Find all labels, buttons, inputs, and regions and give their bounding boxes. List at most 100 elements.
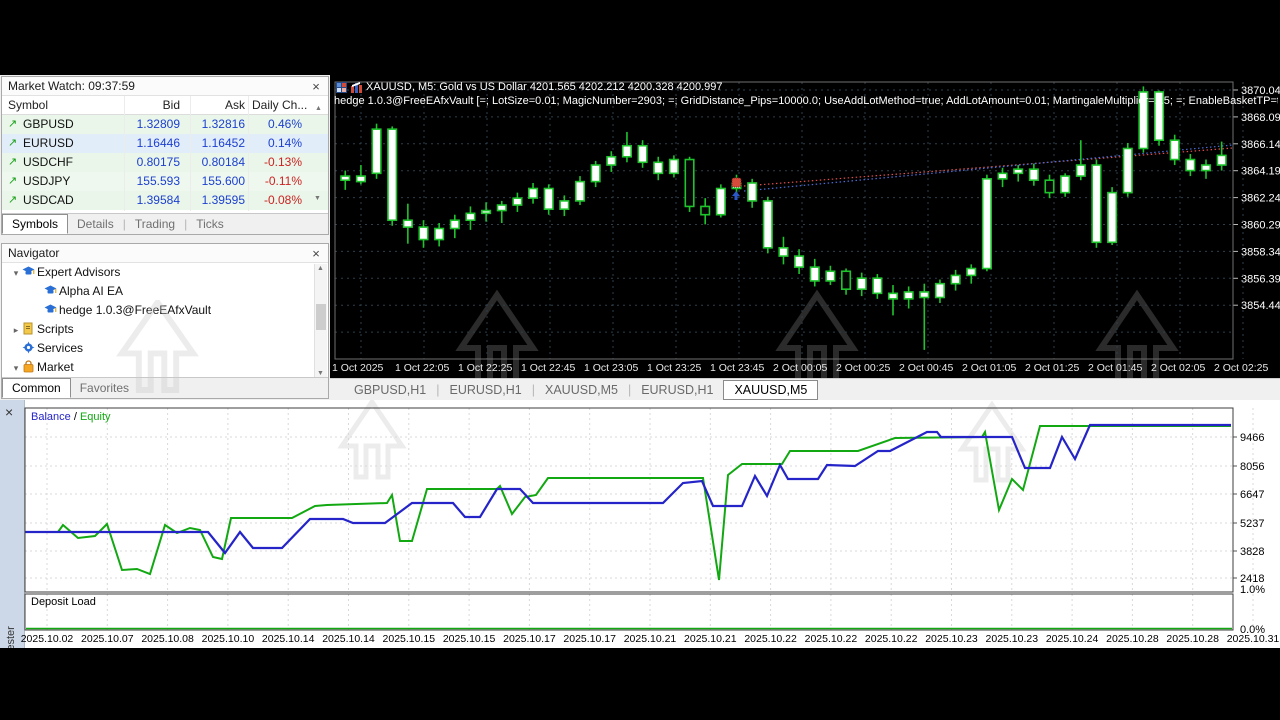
symbol-name: USDCHF <box>23 153 73 172</box>
svg-text:2025.10.28: 2025.10.28 <box>1106 633 1159 645</box>
navigator-item-label: Scripts <box>37 322 74 336</box>
svg-text:1 Oct 2025: 1 Oct 2025 <box>332 362 384 374</box>
tab-symbols[interactable]: Symbols <box>2 214 68 234</box>
column-ask[interactable]: Ask <box>148 96 245 115</box>
chart-tab-3-eurusd-h1[interactable]: EURUSD,H1 <box>631 381 723 399</box>
svg-text:3858.340: 3858.340 <box>1241 246 1280 258</box>
svg-text:2 Oct 00:05: 2 Oct 00:05 <box>773 362 827 374</box>
chart-title-row: XAUUSD, M5: Gold vs US Dollar 4201.565 4… <box>336 81 723 93</box>
tab-details[interactable]: Details <box>68 215 123 233</box>
symbol-name: EURUSD <box>23 134 74 153</box>
svg-text:2025.10.28: 2025.10.28 <box>1166 633 1219 645</box>
chart-tab-1-eurusd-h1[interactable]: EURUSD,H1 <box>440 381 532 399</box>
chart-tab-4-xauusd-m5[interactable]: XAUUSD,M5 <box>723 380 818 400</box>
svg-text:8056: 8056 <box>1240 461 1264 473</box>
svg-text:2025.10.23: 2025.10.23 <box>986 633 1039 645</box>
deposit-load-label: Deposit Load <box>31 596 96 608</box>
market-watch-rows: ↗GBPUSD1.328091.328160.46%↗EURUSD1.16446… <box>2 115 328 211</box>
navigator-item-expert-advisors[interactable]: ▾ Expert Advisors <box>2 263 328 282</box>
close-icon[interactable]: × <box>309 244 323 263</box>
svg-text:6647: 6647 <box>1240 489 1264 501</box>
chart-tab-0-gbpusd-h1[interactable]: GBPUSD,H1 <box>344 381 436 399</box>
daily-change-value: -0.08% <box>246 191 302 210</box>
navigator-item-label: Market <box>37 360 74 374</box>
chart-type-icon[interactable] <box>351 82 362 93</box>
market-watch-row[interactable]: ↗USDJPY155.593155.600-0.11% <box>2 172 328 191</box>
tab-ticks[interactable]: Ticks <box>187 215 233 233</box>
expander-icon[interactable]: ▾ <box>10 359 22 378</box>
market-watch-titlebar: Market Watch: 09:37:59 × <box>2 77 328 96</box>
svg-text:2 Oct 02:05: 2 Oct 02:05 <box>1151 362 1205 374</box>
trend-up-icon: ↗ <box>8 134 20 153</box>
svg-text:5237: 5237 <box>1240 518 1264 530</box>
chart-window[interactable]: 3870.0403868.0903866.1403864.1903862.240… <box>330 75 1280 378</box>
navigator-item-alpha-ai-ea[interactable]: Alpha AI EA <box>2 282 328 301</box>
svg-text:1 Oct 22:05: 1 Oct 22:05 <box>395 362 449 374</box>
svg-text:3866.140: 3866.140 <box>1241 139 1280 151</box>
navigator-item-label: Alpha AI EA <box>59 284 123 298</box>
scroll-down-icon[interactable]: ▼ <box>311 195 324 202</box>
navigator-titlebar: Navigator × <box>2 244 328 263</box>
chart-tab-2-xauusd-m5[interactable]: XAUUSD,M5 <box>535 381 628 399</box>
svg-text:2025.10.17: 2025.10.17 <box>503 633 556 645</box>
svg-text:2025.10.14: 2025.10.14 <box>262 633 315 645</box>
ask-value: 1.16452 <box>148 134 245 153</box>
svg-text:3860.290: 3860.290 <box>1241 220 1280 232</box>
scroll-thumb[interactable] <box>316 304 326 330</box>
bottom-letterbox <box>0 648 1280 720</box>
one-click-trading-icon[interactable] <box>336 82 347 93</box>
svg-text:3868.090: 3868.090 <box>1241 112 1280 124</box>
market-watch-row[interactable]: ↗EURUSD1.164461.164520.14% <box>2 134 328 153</box>
expander-icon[interactable]: ▾ <box>10 264 22 283</box>
market-watch-tabstrip: SymbolsDetails|Trading|Ticks <box>2 213 328 234</box>
trend-up-icon: ↗ <box>8 115 20 134</box>
symbol-name: USDCAD <box>23 191 74 210</box>
svg-text:1 Oct 23:05: 1 Oct 23:05 <box>584 362 638 374</box>
tab-trading[interactable]: Trading <box>126 215 184 233</box>
svg-text:2 Oct 01:05: 2 Oct 01:05 <box>962 362 1016 374</box>
svg-text:2 Oct 01:25: 2 Oct 01:25 <box>1025 362 1079 374</box>
trend-up-icon: ↗ <box>8 172 20 191</box>
svg-text:2025.10.14: 2025.10.14 <box>322 633 375 645</box>
trend-up-icon: ↗ <box>8 153 20 172</box>
svg-text:3864.190: 3864.190 <box>1241 166 1280 178</box>
svg-text:2025.10.15: 2025.10.15 <box>443 633 496 645</box>
ask-value: 1.32816 <box>148 115 245 134</box>
daily-change-value: 0.46% <box>246 115 302 134</box>
ask-value: 155.600 <box>148 172 245 191</box>
navigator-item-label: Services <box>37 341 83 355</box>
market-watch-row[interactable]: ↗USDCHF0.801750.80184-0.13% <box>2 153 328 172</box>
trend-up-icon: ↗ <box>8 191 20 210</box>
close-icon[interactable]: × <box>309 77 323 96</box>
ea-parameters-line: hedge 1.0.3@FreeEAfxVault [=; LotSize=0.… <box>334 95 1278 107</box>
column-symbol[interactable]: Symbol <box>8 96 48 115</box>
scroll-down-icon[interactable]: ▼ <box>317 370 324 377</box>
svg-text:3862.240: 3862.240 <box>1241 193 1280 205</box>
ask-value: 0.80184 <box>148 153 245 172</box>
svg-text:1 Oct 22:25: 1 Oct 22:25 <box>458 362 512 374</box>
svg-text:0.0%: 0.0% <box>1240 624 1265 636</box>
market-watch-row[interactable]: ↗USDCAD1.395841.39595-0.08% <box>2 191 328 210</box>
column-daily-change[interactable]: Daily Ch... <box>252 96 307 115</box>
top-letterbox <box>0 0 1280 75</box>
svg-text:2025.10.24: 2025.10.24 <box>1046 633 1099 645</box>
symbol-name: GBPUSD <box>23 115 74 134</box>
svg-text:2025.10.07: 2025.10.07 <box>81 633 134 645</box>
price-chart-canvas[interactable]: 3870.0403868.0903866.1403864.1903862.240… <box>330 75 1280 378</box>
scroll-up-icon[interactable]: ▲ <box>317 265 324 272</box>
svg-text:1.0%: 1.0% <box>1240 584 1265 596</box>
market-watch-header: Symbol Bid Ask Daily Ch... ▲ <box>2 96 328 115</box>
market-watch-row[interactable]: ↗GBPUSD1.328091.328160.46% <box>2 115 328 134</box>
tester-graph-canvas[interactable]: 2025.10.022025.10.072025.10.082025.10.10… <box>0 400 1280 648</box>
expander-icon[interactable]: ▸ <box>10 321 22 340</box>
svg-text:2 Oct 01:45: 2 Oct 01:45 <box>1088 362 1142 374</box>
svg-text:1 Oct 22:45: 1 Oct 22:45 <box>521 362 575 374</box>
navigator-item-label: Expert Advisors <box>37 265 120 279</box>
navigator-scrollbar[interactable]: ▲ ▼ <box>314 264 327 378</box>
svg-text:2025.10.23: 2025.10.23 <box>925 633 978 645</box>
svg-text:2025.10.22: 2025.10.22 <box>865 633 918 645</box>
svg-text:2025.10.21: 2025.10.21 <box>684 633 737 645</box>
chart-title: XAUUSD, M5: Gold vs US Dollar 4201.565 4… <box>366 81 723 93</box>
symbol-name: USDJPY <box>23 172 70 191</box>
tab-common[interactable]: Common <box>2 378 71 398</box>
